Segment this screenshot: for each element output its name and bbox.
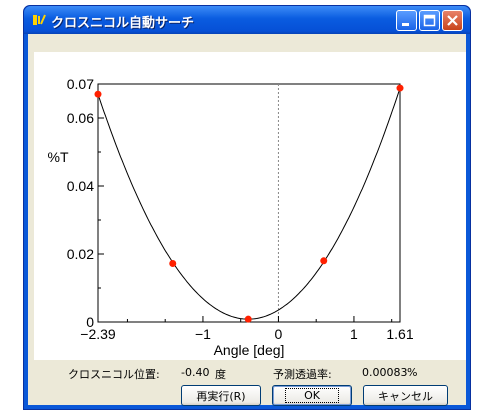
transmittance-value: 0.00083 — [362, 366, 408, 379]
transmittance-label: 予測透過率: — [273, 368, 332, 381]
data-point — [169, 260, 177, 268]
window-title: クロスニコル自動サーチ — [51, 16, 195, 31]
dialog-client: 0.07 0.06 0.04 0.02 0 −2.39 −1 0 1 1.61 Angle [deg… — [28, 34, 466, 406]
chart: 0.070.060.040.020−2.39 −1 0 1 1.61Angle [deg… — [48, 76, 414, 358]
x-tick-label: 1 — [350, 326, 358, 342]
y-tick-label: 0.07 — [67, 76, 94, 92]
maximize-icon — [423, 14, 436, 27]
maximize-button[interactable] — [419, 10, 440, 31]
chart-panel: 0.07 0.06 0.04 0.02 0 −2.39 −1 0 1 1.61 Angle [deg… — [34, 52, 466, 360]
transmittance-unit: % — [407, 366, 418, 379]
ok-button-label: OK — [285, 388, 339, 403]
position-value: -0.40 — [181, 366, 210, 379]
rerun-button-label: 再実行(R) — [196, 389, 246, 403]
plot-frame — [97, 83, 401, 323]
x-tick-label: 0 — [275, 326, 283, 342]
y-tick-label: 0.02 — [67, 246, 94, 262]
title-bar[interactable]: クロスニコル自動サーチ — [24, 6, 470, 34]
ok-button[interactable]: OK — [272, 385, 352, 406]
close-icon — [447, 15, 458, 26]
rerun-button[interactable]: 再実行(R) — [181, 385, 261, 406]
minimize-button[interactable] — [396, 10, 417, 31]
y-axis-label: %T — [48, 149, 69, 165]
fit-curve — [97, 87, 401, 320]
position-label: クロスニコル位置: — [68, 368, 160, 381]
app-icon — [33, 14, 46, 25]
y-tick-label: 0.04 — [67, 178, 94, 194]
data-point — [244, 315, 252, 323]
data-point — [396, 84, 404, 92]
position-unit: 度 — [215, 368, 226, 381]
x-axis-label: Angle [deg] — [214, 342, 285, 358]
y-tick-label: 0.06 — [67, 110, 94, 126]
minimize-icon — [402, 23, 409, 26]
cancel-button[interactable]: キャンセル — [363, 385, 448, 406]
data-point — [320, 257, 328, 265]
data-point — [94, 90, 102, 98]
x-tick-label: 1.61 — [386, 326, 413, 342]
x-tick-label: −2.39 — [80, 326, 116, 342]
x-tick-label: −1 — [195, 326, 211, 342]
cancel-button-label: キャンセル — [378, 389, 433, 403]
close-button[interactable] — [442, 10, 463, 31]
dialog-window: クロスニコル自動サーチ 0.07 0.06 0.04 0.02 0 −2.39 −1 0 1 1.… — [23, 5, 471, 410]
